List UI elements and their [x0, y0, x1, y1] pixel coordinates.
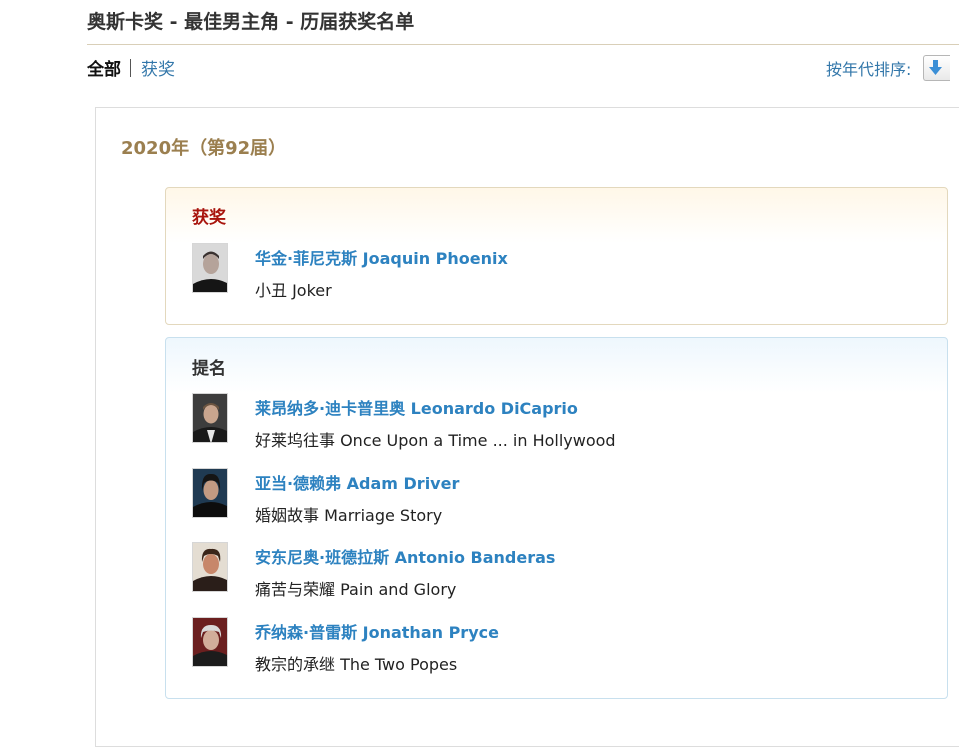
actor-photo[interactable] [192, 617, 228, 667]
film-title: 教宗的承继 The Two Popes [255, 655, 458, 674]
sort-control: 按年代排序: [826, 55, 951, 81]
tab-all[interactable]: 全部 [87, 55, 121, 80]
nominee-section-label: 提名 [192, 359, 226, 379]
nominee-section: 提名 莱昂纳多·迪卡普里奥 Leonardo DiCaprio 好莱坞往事 On… [165, 337, 948, 699]
actor-name-link[interactable]: 莱昂纳多·迪卡普里奥 Leonardo DiCaprio [255, 395, 578, 419]
actor-name-link[interactable]: 乔纳森·普雷斯 Jonathan Pryce [255, 619, 499, 643]
sort-button[interactable] [923, 55, 951, 81]
filter-tabs: 全部 获奖 [87, 55, 175, 80]
tab-won[interactable]: 获奖 [141, 55, 175, 80]
winner-entry: 华金·菲尼克斯 Joaquin Phoenix 小丑 Joker [192, 243, 892, 300]
actor-photo[interactable] [192, 243, 228, 293]
actor-name-link[interactable]: 华金·菲尼克斯 Joaquin Phoenix [255, 245, 508, 269]
sort-label: 按年代排序: [826, 60, 912, 79]
winner-section-label: 获奖 [192, 208, 226, 228]
actor-photo[interactable] [192, 393, 228, 443]
film-title: 小丑 Joker [255, 281, 332, 300]
tab-separator [130, 58, 131, 77]
page-title: 奥斯卡奖 - 最佳男主角 - 历届获奖名单 [87, 11, 415, 33]
film-title: 婚姻故事 Marriage Story [255, 506, 443, 525]
actor-name-link[interactable]: 安东尼奥·班德拉斯 Antonio Banderas [255, 544, 555, 568]
nominee-entry: 乔纳森·普雷斯 Jonathan Pryce 教宗的承继 The Two Pop… [192, 617, 892, 674]
title-divider [87, 44, 959, 45]
nominee-entry: 亚当·德赖弗 Adam Driver 婚姻故事 Marriage Story [192, 468, 892, 525]
nominee-entry: 安东尼奥·班德拉斯 Antonio Banderas 痛苦与荣耀 Pain an… [192, 542, 892, 599]
actor-name-link[interactable]: 亚当·德赖弗 Adam Driver [255, 470, 459, 494]
actor-photo[interactable] [192, 542, 228, 592]
actor-photo[interactable] [192, 468, 228, 518]
film-title: 痛苦与荣耀 Pain and Glory [255, 580, 457, 599]
ceremony-year-heading: 2020年（第92届） [121, 138, 287, 159]
film-title: 好莱坞往事 Once Upon a Time ... in Hollywood [255, 431, 616, 450]
winner-section: 获奖 华金·菲尼克斯 Joaquin Phoenix 小丑 Joker [165, 187, 948, 325]
sort-down-arrow-icon [929, 60, 943, 75]
nominee-entry: 莱昂纳多·迪卡普里奥 Leonardo DiCaprio 好莱坞往事 Once … [192, 393, 892, 450]
